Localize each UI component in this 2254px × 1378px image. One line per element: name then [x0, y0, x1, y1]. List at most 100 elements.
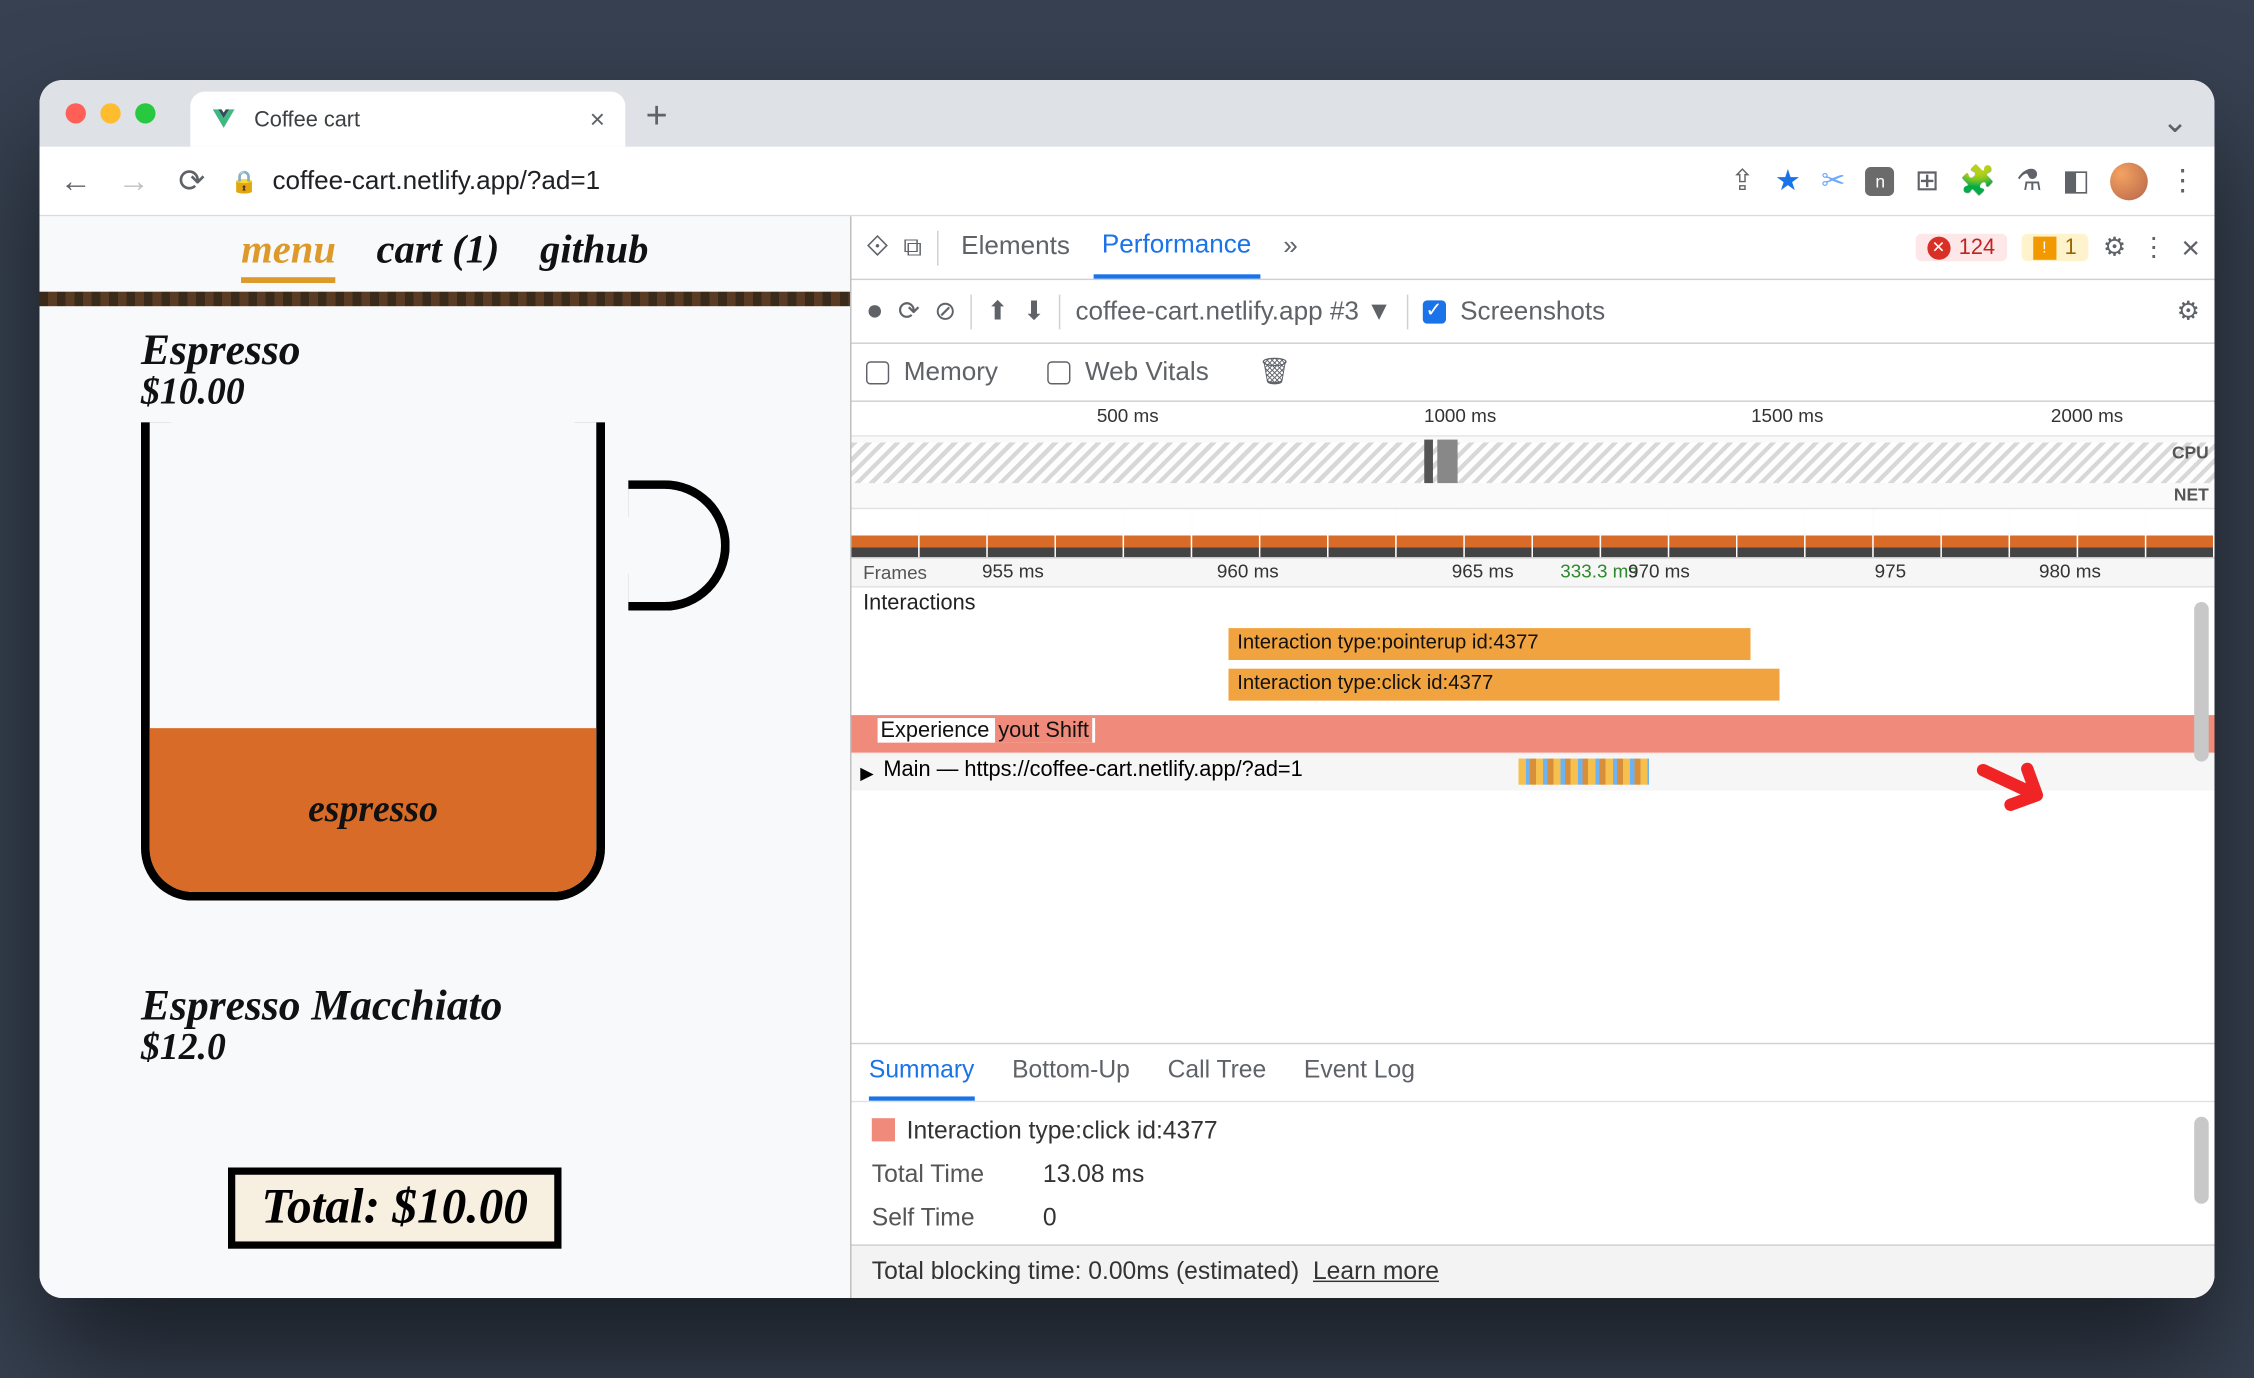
side-panel-icon[interactable]: ◧: [2062, 163, 2089, 199]
toolbar-right: ⇪ ★ ✂ n ⊞ 🧩 ⚗ ◧ ⋮: [1730, 162, 2197, 200]
tab-performance[interactable]: Performance: [1093, 217, 1260, 278]
record-button[interactable]: ●: [866, 295, 884, 328]
devtools-toolbar: ⟐ ⧉ Elements Performance » ✕124 !1 ⚙ ⋮ ×: [852, 216, 2215, 280]
interaction-bar-pointerup[interactable]: Interaction type:pointerup id:4377: [1229, 628, 1751, 660]
extension-n-icon[interactable]: n: [1866, 166, 1895, 195]
overview-time-axis[interactable]: 500 ms 1000 ms 1500 ms 2000 ms: [852, 402, 2215, 437]
download-icon[interactable]: ⬇: [1023, 296, 1045, 326]
tab-event-log[interactable]: Event Log: [1304, 1056, 1415, 1101]
interactions-track-label: Interactions: [863, 590, 975, 615]
experience-track[interactable]: Experience yout Shift: [852, 715, 2215, 753]
tick: 965 ms: [1452, 560, 1514, 582]
interaction-bar-click[interactable]: Interaction type:click id:4377: [1229, 669, 1780, 701]
extension-grid-icon[interactable]: ⊞: [1915, 163, 1939, 199]
total-time-value: 13.08 ms: [1043, 1160, 1144, 1189]
devtools-kebab-icon[interactable]: ⋮: [2141, 232, 2167, 262]
inspect-icon[interactable]: ⟐: [866, 231, 889, 264]
tab-elements[interactable]: Elements: [952, 219, 1078, 276]
memory-checkbox[interactable]: [866, 361, 889, 384]
scrollbar-thumb[interactable]: [2194, 602, 2209, 762]
upload-icon[interactable]: ⬆: [987, 296, 1009, 326]
kebab-menu-icon[interactable]: ⋮: [2168, 163, 2197, 199]
tab-call-tree[interactable]: Call Tree: [1168, 1056, 1267, 1101]
tabs-dropdown-icon[interactable]: ⌄: [2162, 103, 2189, 147]
settings-gear-icon[interactable]: ⚙: [2103, 232, 2126, 262]
trash-icon[interactable]: 🗑: [1258, 357, 1291, 387]
error-count-pill[interactable]: ✕124: [1915, 234, 2006, 262]
learn-more-link[interactable]: Learn more: [1313, 1257, 1439, 1285]
product-price: $10.00: [141, 370, 850, 414]
url-field[interactable]: 🔒 coffee-cart.netlify.app/?ad=1: [231, 166, 1710, 196]
screenshots-checkbox[interactable]: [1422, 300, 1445, 323]
tab-bottom-up[interactable]: Bottom-Up: [1012, 1056, 1130, 1101]
tab-more[interactable]: »: [1274, 219, 1306, 276]
maximize-window-button[interactable]: [135, 103, 155, 123]
mug-graphic[interactable]: espresso: [141, 422, 663, 930]
vue-favicon-icon: [211, 106, 237, 132]
experience-label: Experience: [881, 718, 990, 743]
tick: 500 ms: [1097, 405, 1159, 427]
reload-record-button[interactable]: ⟳: [898, 296, 920, 326]
flamechart-area[interactable]: Interactions Interaction type:pointerup …: [852, 588, 2215, 1043]
tick: 970 ms: [1628, 560, 1690, 582]
reload-button[interactable]: ⟳: [173, 162, 211, 200]
minimize-window-button[interactable]: [100, 103, 120, 123]
frames-ruler[interactable]: Frames 333.3 ms 955 ms 960 ms 965 ms 970…: [852, 559, 2215, 588]
screenshot-filmstrip[interactable]: [852, 509, 2215, 558]
perf-toolbar: ● ⟳ ⊘ ⬆ ⬇ coffee-cart.netlify.app #3 ▼ S…: [852, 280, 2215, 344]
browser-tab[interactable]: Coffee cart ×: [190, 92, 625, 147]
nav-github-link[interactable]: github: [540, 228, 648, 283]
page-nav: menu cart (1) github: [40, 216, 851, 291]
address-bar: ← → ⟳ 🔒 coffee-cart.netlify.app/?ad=1 ⇪ …: [40, 147, 2215, 217]
webvitals-checkbox[interactable]: [1047, 361, 1070, 384]
expand-triangle-icon[interactable]: ▶: [860, 763, 873, 783]
main-thread-bars: [1519, 759, 1650, 785]
profile-avatar[interactable]: [2110, 162, 2148, 200]
bookmark-star-icon[interactable]: ★: [1775, 163, 1801, 199]
product-price: $12.0: [141, 1025, 850, 1069]
labs-flask-icon[interactable]: ⚗: [2016, 163, 2042, 199]
details-tabs: Summary Bottom-Up Call Tree Event Log: [852, 1043, 2215, 1101]
clear-button[interactable]: ⊘: [934, 296, 956, 326]
recording-select[interactable]: coffee-cart.netlify.app #3 ▼: [1075, 296, 1392, 326]
self-time-key: Self Time: [872, 1204, 1017, 1233]
forward-button[interactable]: →: [115, 162, 153, 200]
warning-count-pill[interactable]: !1: [2021, 234, 2088, 262]
tab-summary[interactable]: Summary: [869, 1056, 974, 1101]
summary-title: Interaction type:click id:4377: [907, 1117, 1218, 1145]
memory-label: Memory: [904, 357, 998, 387]
main-thread-label: Main — https://coffee-cart.netlify.app/?…: [883, 757, 1302, 782]
tick: 975: [1875, 560, 1906, 582]
lock-icon: 🔒: [231, 168, 258, 194]
window-controls: [66, 103, 156, 123]
overview-cpu-band[interactable]: CPU NET: [852, 437, 2215, 510]
close-window-button[interactable]: [66, 103, 86, 123]
product-card-macchiato: Espresso Macchiato $12.0: [40, 982, 851, 1069]
experience-text: yout Shift: [995, 718, 1091, 743]
back-button[interactable]: ←: [57, 162, 95, 200]
tick: 960 ms: [1217, 560, 1279, 582]
tick: 980 ms: [2039, 560, 2101, 582]
nav-cart-link[interactable]: cart (1): [377, 228, 500, 283]
devtools-close-icon[interactable]: ×: [2181, 229, 2200, 267]
device-toggle-icon[interactable]: ⧉: [903, 232, 922, 262]
scissors-icon[interactable]: ✂: [1821, 163, 1845, 199]
main-thread-row[interactable]: ▶ Main — https://coffee-cart.netlify.app…: [852, 753, 2215, 791]
capture-settings-gear-icon[interactable]: ⚙: [2177, 296, 2200, 326]
nav-menu-link[interactable]: menu: [241, 228, 336, 283]
extensions-puzzle-icon[interactable]: 🧩: [1960, 163, 1996, 199]
tick: 955 ms: [982, 560, 1044, 582]
close-tab-icon[interactable]: ×: [590, 104, 605, 134]
content-area: menu cart (1) github Espresso $10.00 esp…: [40, 216, 2215, 1298]
fill-label: espresso: [308, 788, 438, 832]
self-time-value: 0: [1043, 1204, 1057, 1233]
tab-strip: Coffee cart × + ⌄: [40, 80, 2215, 147]
product-card-espresso: Espresso $10.00 espresso: [40, 327, 851, 930]
scrollbar-thumb[interactable]: [2194, 1117, 2209, 1204]
total-time-key: Total Time: [872, 1160, 1017, 1189]
new-tab-button[interactable]: +: [646, 93, 668, 147]
nav-divider: [40, 292, 851, 307]
url-text: coffee-cart.netlify.app/?ad=1: [272, 166, 600, 196]
share-icon[interactable]: ⇪: [1730, 163, 1754, 199]
total-chip[interactable]: Total: $10.00: [228, 1168, 561, 1249]
